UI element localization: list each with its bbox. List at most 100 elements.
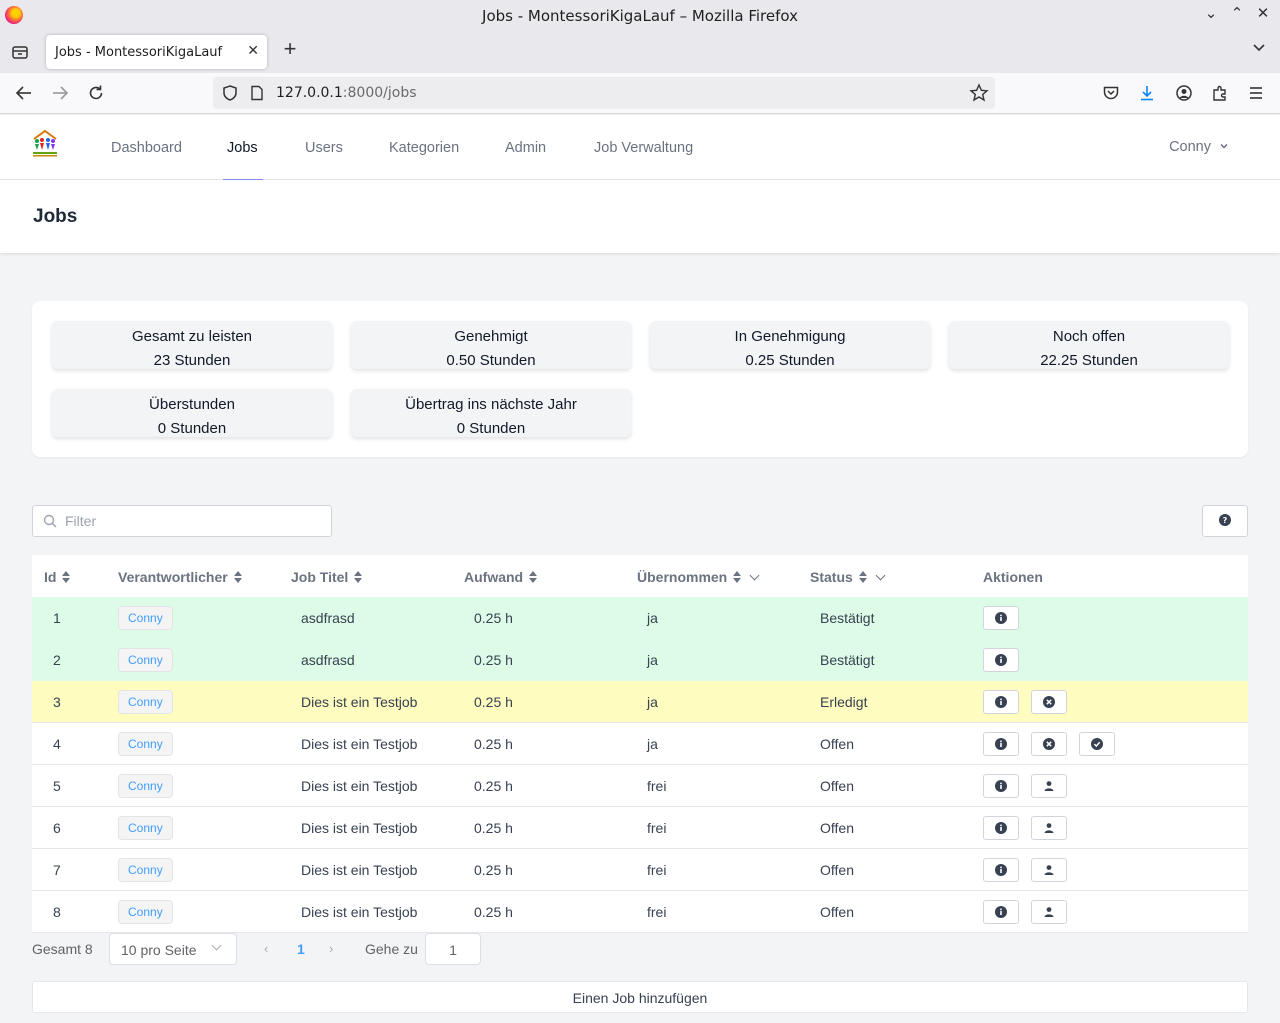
minimize-icon[interactable]: ⌄: [1204, 4, 1218, 22]
table-header: Id Verantwortlicher Job Titel Aufwand Üb…: [32, 555, 1248, 597]
url-bar[interactable]: 127.0.0.1:8000/jobs: [213, 77, 995, 109]
user-icon: [1043, 822, 1055, 834]
page-size-select[interactable]: 10 pro Seite: [109, 933, 237, 965]
stats-panel: Gesamt zu leisten 23 Stunden Genehmigt 0.5…: [32, 301, 1248, 457]
list-all-tabs-icon[interactable]: [1252, 42, 1266, 56]
sort-icon[interactable]: [529, 571, 538, 583]
page-icon[interactable]: [249, 85, 265, 104]
nav-jobs[interactable]: Jobs: [223, 140, 263, 181]
col-aktionen: Aktionen: [983, 569, 1043, 585]
col-verantwortlicher[interactable]: Verantwortlicher: [118, 569, 242, 585]
tab-list-icon[interactable]: [10, 42, 30, 62]
bookmark-star-icon[interactable]: [969, 83, 989, 106]
chevron-down-icon: [211, 940, 222, 951]
forward-icon[interactable]: [49, 82, 71, 104]
maximize-icon[interactable]: ⌃: [1230, 4, 1244, 22]
next-page-icon[interactable]: ›: [329, 941, 333, 956]
cell-status: Offen: [820, 904, 854, 920]
filter-input[interactable]: Filter: [32, 505, 332, 537]
cell-taken: ja: [647, 652, 658, 668]
info-button[interactable]: [983, 606, 1019, 630]
downloads-icon[interactable]: [1136, 82, 1158, 104]
nav-users[interactable]: Users: [305, 140, 343, 156]
col-aufwand[interactable]: Aufwand: [464, 569, 538, 585]
sort-icon[interactable]: [858, 571, 867, 583]
app-logo[interactable]: [31, 128, 59, 158]
take-job-button[interactable]: [1031, 858, 1067, 882]
info-button[interactable]: [983, 732, 1019, 756]
owner-tag: Conny: [118, 606, 173, 630]
cancel-button[interactable]: [1031, 732, 1067, 756]
col-uebernommen[interactable]: Übernommen: [637, 569, 760, 585]
cell-effort: 0.25 h: [474, 610, 513, 626]
take-job-button[interactable]: [1031, 774, 1067, 798]
info-button[interactable]: [983, 858, 1019, 882]
user-icon: [1043, 906, 1055, 918]
sort-icon[interactable]: [62, 571, 71, 583]
stat-label: Überstunden: [149, 396, 235, 413]
col-status[interactable]: Status: [810, 569, 886, 585]
info-button[interactable]: [983, 900, 1019, 924]
nav-admin[interactable]: Admin: [505, 140, 546, 156]
nav-kategorien[interactable]: Kategorien: [389, 140, 459, 156]
info-icon: [995, 696, 1007, 708]
stat-value: 23 Stunden: [153, 352, 231, 369]
sort-icon[interactable]: [233, 571, 242, 583]
filter-chevron-icon[interactable]: [749, 570, 760, 580]
table-row: 5 Conny Dies ist ein Testjob 0.25 h frei Offe…: [32, 765, 1248, 807]
close-window-icon[interactable]: ✕: [1256, 4, 1270, 22]
stat-label: Noch offen: [1052, 328, 1126, 345]
pagination: Gesamt 8 10 pro Seite ‹ 1 › Gehe zu 1: [32, 932, 1248, 966]
info-button[interactable]: [983, 816, 1019, 840]
cancel-button[interactable]: [1031, 690, 1067, 714]
user-menu[interactable]: Conny: [1169, 139, 1229, 155]
confirm-button[interactable]: [1079, 732, 1115, 756]
stat-total: Gesamt zu leisten 23 Stunden: [52, 321, 332, 369]
back-icon[interactable]: [13, 82, 35, 104]
cell-id: 1: [53, 610, 61, 626]
info-button[interactable]: [983, 648, 1019, 672]
prev-page-icon[interactable]: ‹: [264, 941, 268, 956]
cell-title: Dies ist ein Testjob: [301, 862, 418, 878]
cell-taken: ja: [647, 610, 658, 626]
browser-toolbar: 127.0.0.1:8000/jobs: [0, 73, 1280, 114]
add-job-button[interactable]: Einen Job hinzufügen: [32, 981, 1248, 1013]
help-button[interactable]: ?: [1202, 505, 1248, 537]
pagination-total: Gesamt 8: [32, 941, 93, 957]
tab-close-icon[interactable]: ✕: [247, 43, 259, 59]
info-button[interactable]: [983, 774, 1019, 798]
browser-tab[interactable]: Jobs - MontessoriKigaLauf ✕: [46, 35, 267, 69]
cell-id: 2: [53, 652, 61, 668]
stat-overtime: Überstunden 0 Stunden: [52, 389, 332, 437]
extensions-icon[interactable]: [1209, 82, 1231, 104]
account-icon[interactable]: [1173, 82, 1195, 104]
menu-hamburger-icon[interactable]: [1245, 82, 1267, 104]
new-tab-icon[interactable]: +: [280, 38, 300, 60]
question-icon: ?: [1219, 513, 1231, 529]
cell-taken: frei: [647, 904, 667, 920]
reload-icon[interactable]: [85, 82, 107, 104]
chevron-down-icon: [1219, 139, 1229, 155]
cell-title: Dies ist ein Testjob: [301, 820, 418, 836]
user-name: Conny: [1169, 139, 1211, 155]
col-id[interactable]: Id: [44, 569, 71, 585]
sort-icon[interactable]: [354, 571, 363, 583]
pocket-icon[interactable]: [1100, 82, 1122, 104]
page-number[interactable]: 1: [297, 941, 305, 957]
tab-bar: Jobs - MontessoriKigaLauf ✕ +: [0, 31, 1280, 73]
shield-icon[interactable]: [221, 84, 239, 105]
nav-dashboard[interactable]: Dashboard: [111, 140, 182, 156]
take-job-button[interactable]: [1031, 900, 1067, 924]
stat-value: 0.25 Stunden: [745, 352, 835, 369]
cell-id: 5: [53, 778, 61, 794]
sort-icon[interactable]: [733, 571, 742, 583]
cell-effort: 0.25 h: [474, 904, 513, 920]
take-job-button[interactable]: [1031, 816, 1067, 840]
filter-chevron-icon[interactable]: [875, 570, 886, 580]
url-text[interactable]: 127.0.0.1:8000/jobs: [276, 85, 417, 101]
cell-id: 6: [53, 820, 61, 836]
col-job-titel[interactable]: Job Titel: [291, 569, 363, 585]
nav-job-verwaltung[interactable]: Job Verwaltung: [594, 140, 693, 156]
goto-page-input[interactable]: 1: [425, 933, 481, 965]
info-button[interactable]: [983, 690, 1019, 714]
